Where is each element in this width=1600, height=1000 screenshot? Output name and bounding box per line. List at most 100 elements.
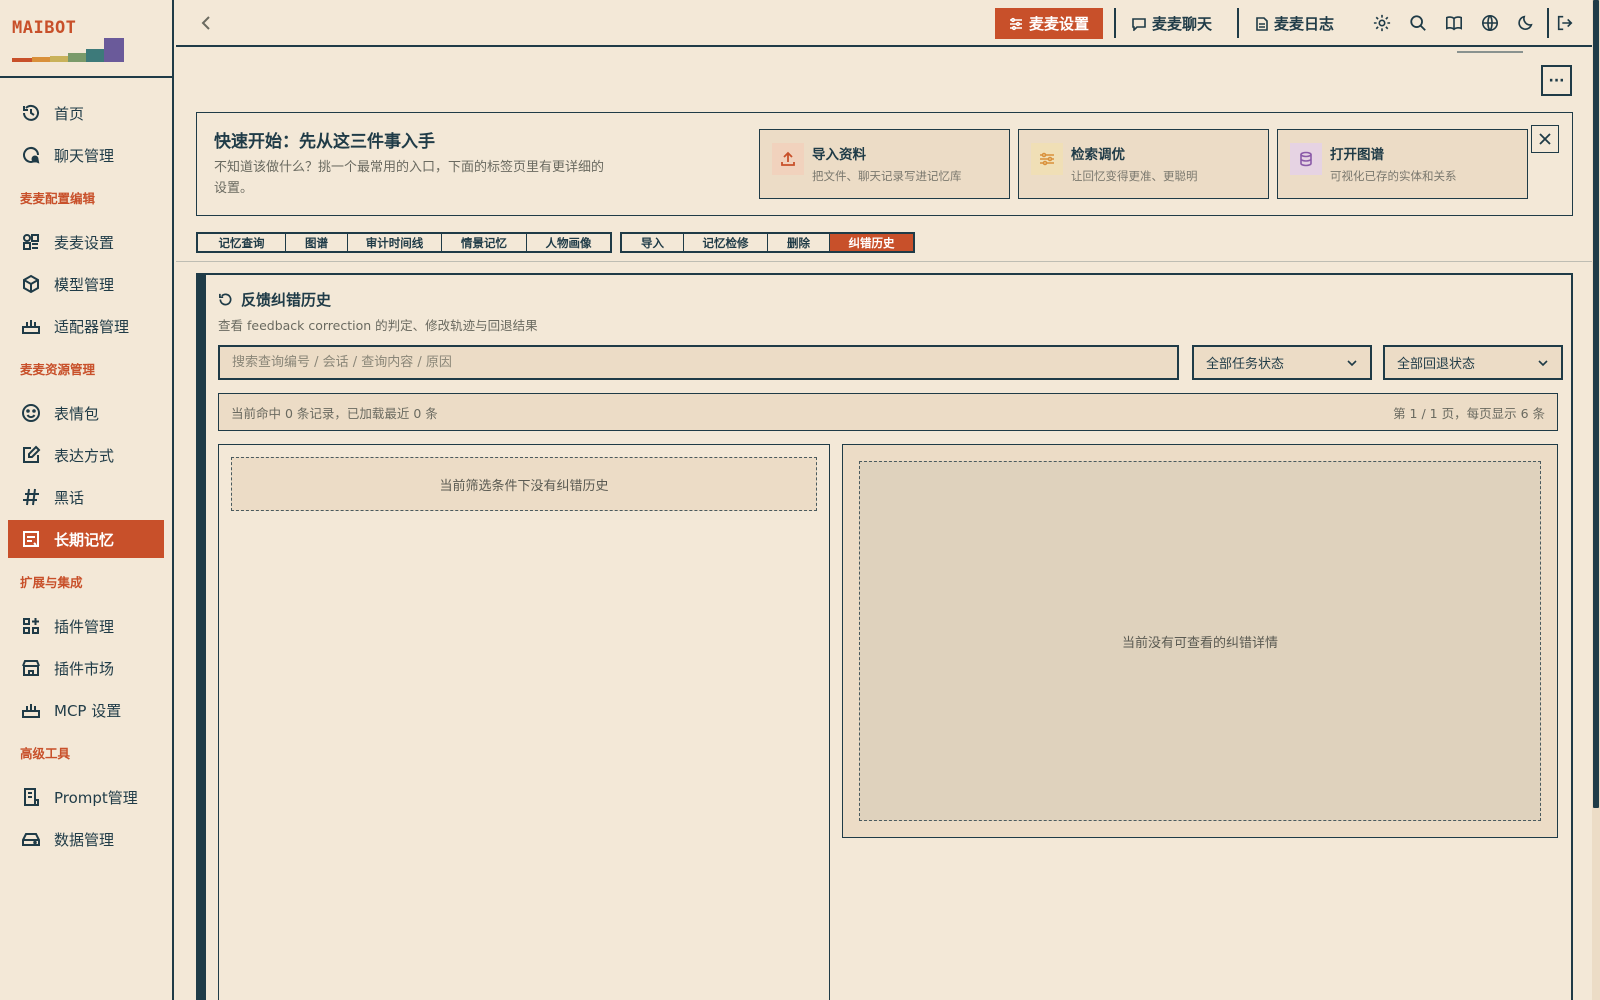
store-icon: [20, 657, 42, 679]
database-icon: [1290, 143, 1322, 175]
quick-card-desc: 让回忆变得更准、更聪明: [1071, 169, 1198, 183]
close-button[interactable]: [1531, 125, 1559, 153]
upload-icon: [772, 143, 804, 175]
panel-title: 反馈纠错历史: [218, 289, 331, 310]
sidebar-item-long-term-memory[interactable]: 长期记忆: [8, 520, 164, 558]
scrollbar-thumb[interactable]: [1593, 0, 1599, 808]
book-icon[interactable]: [1443, 12, 1465, 34]
tab-bot-settings[interactable]: 麦麦设置: [995, 8, 1104, 39]
sidebar-item-bot-settings[interactable]: 麦麦设置: [8, 223, 164, 261]
close-icon: [1539, 133, 1551, 145]
gear-icon[interactable]: [1371, 12, 1393, 34]
subtab-memory-query[interactable]: 记忆查询: [198, 234, 286, 251]
divider: [176, 261, 1592, 262]
history-list-pane: 当前筛选条件下没有纠错历史: [218, 444, 830, 1000]
tab-bot-chat[interactable]: 麦麦聊天: [1118, 8, 1226, 39]
sidebar-item-chat-manage[interactable]: 聊天管理: [8, 136, 164, 174]
sidebar-item-slang[interactable]: 黑话: [8, 478, 164, 516]
chat-manage-icon: [20, 144, 42, 166]
tab-bot-logs[interactable]: 麦麦日志: [1242, 8, 1348, 39]
settings-grid-icon: [20, 231, 42, 253]
tab-label: 麦麦聊天: [1152, 15, 1213, 33]
rollback-status-select[interactable]: 全部回退状态: [1383, 345, 1563, 380]
subtab-group-secondary: 导入 记忆检修 删除 纠错历史: [620, 232, 915, 253]
plugin-grid-icon: [20, 615, 42, 637]
subtab-persona[interactable]: 人物画像: [527, 234, 610, 251]
sidebar-item-prompt[interactable]: Prompt管理: [8, 778, 164, 816]
quick-card-title: 打开图谱: [1330, 147, 1384, 163]
sidebar-item-label: 插件管理: [54, 617, 115, 636]
edit-note-icon: [20, 444, 42, 466]
sidebar-item-label: 插件市场: [54, 659, 115, 678]
sidebar-section-resources: 麦麦资源管理: [20, 362, 96, 377]
sidebar-item-stickers[interactable]: 表情包: [8, 394, 164, 432]
sidebar-item-adapters[interactable]: 适配器管理: [8, 307, 164, 345]
chevron-down-icon: [1538, 359, 1548, 366]
search-input[interactable]: [218, 345, 1179, 380]
sidebar-item-label: 长期记忆: [54, 530, 115, 549]
back-button[interactable]: [196, 13, 216, 33]
quick-card-retrieval[interactable]: 检索调优 让回忆变得更准、更聪明: [1018, 129, 1269, 199]
sidebar-item-mcp[interactable]: MCP 设置: [8, 691, 164, 729]
panel-subtitle: 查看 feedback correction 的判定、修改轨迹与回退结果: [218, 318, 538, 333]
tab-label: 麦麦日志: [1274, 15, 1335, 33]
drive-icon: [20, 828, 42, 850]
sidebar-item-label: 适配器管理: [54, 317, 130, 336]
memory-icon: [20, 528, 42, 550]
quick-card-desc: 可视化已存的实体和关系: [1330, 169, 1457, 183]
sidebar-item-plugin-market[interactable]: 插件市场: [8, 649, 164, 687]
subtab-correction-history[interactable]: 纠错历史: [830, 234, 913, 251]
sidebar-item-models[interactable]: 模型管理: [8, 265, 164, 303]
subtab-graph[interactable]: 图谱: [286, 234, 348, 251]
empty-detail-message: 当前没有可查看的纠错详情: [859, 461, 1541, 821]
subtab-import[interactable]: 导入: [622, 234, 684, 251]
subtab-episodic-memory[interactable]: 情景记忆: [442, 234, 527, 251]
sidebar-item-home[interactable]: 首页: [8, 94, 164, 132]
quick-card-graph[interactable]: 打开图谱 可视化已存的实体和关系: [1277, 129, 1528, 199]
sidebar-item-label: 聊天管理: [54, 146, 115, 165]
subtab-audit-timeline[interactable]: 审计时间线: [348, 234, 442, 251]
task-status-select[interactable]: 全部任务状态: [1192, 345, 1372, 380]
refresh-history-icon: [218, 292, 233, 307]
hit-count-text: 当前命中 0 条记录，已加载最近 0 条: [231, 405, 438, 421]
prompt-icon: [20, 786, 42, 808]
quick-card-import[interactable]: 导入资料 把文件、聊天记录写进记忆库: [759, 129, 1010, 199]
search-icon[interactable]: [1407, 12, 1429, 34]
moon-icon[interactable]: [1515, 12, 1537, 34]
tab-indicator: [1457, 51, 1523, 53]
empty-list-message: 当前筛选条件下没有纠错历史: [231, 457, 817, 511]
more-options-button[interactable]: ···: [1541, 65, 1572, 96]
smile-icon: [20, 402, 42, 424]
history-home-icon: [20, 102, 42, 124]
sidebar-item-label: 首页: [54, 104, 85, 123]
quick-card-title: 检索调优: [1071, 147, 1125, 163]
sidebar-item-label: 黑话: [54, 488, 85, 507]
quick-start-desc: 不知道该做什么？挑一个最常用的入口，下面的标签页里有更详细的设置。: [214, 160, 605, 196]
sidebar-item-expressions[interactable]: 表达方式: [8, 436, 164, 474]
sidebar-item-label: 模型管理: [54, 275, 115, 294]
detail-pane: 当前没有可查看的纠错详情: [842, 444, 1558, 838]
sidebar-item-plugins[interactable]: 插件管理: [8, 607, 164, 645]
hash-icon: [20, 486, 42, 508]
icon-divider: [1547, 8, 1549, 38]
sidebar-nav: 首页 聊天管理 麦麦配置编辑 麦麦设置 模型管理 适配器管理 麦麦资源管理 表情…: [0, 78, 172, 858]
sidebar-item-label: Prompt管理: [54, 788, 138, 807]
result-info-bar: 当前命中 0 条记录，已加载最近 0 条 第 1 / 1 页，每页显示 6 条: [218, 393, 1558, 431]
sidebar-item-label: 数据管理: [54, 830, 115, 849]
subtab-memory-repair[interactable]: 记忆检修: [684, 234, 768, 251]
quick-card-title: 导入资料: [812, 147, 866, 163]
globe-icon[interactable]: [1479, 12, 1501, 34]
tab-divider: [1237, 8, 1239, 38]
quick-start-title: 快速开始：先从这三件事入手: [214, 132, 435, 152]
sidebar: MAIBOT 首页 聊天管理 麦麦配置编辑 麦麦设置 模型管理 适配器管理 麦麦…: [0, 0, 174, 1000]
logo[interactable]: MAIBOT: [0, 0, 172, 78]
chevron-left-icon: [201, 16, 210, 30]
chat-bubble-icon: [1132, 17, 1146, 31]
select-value: 全部回退状态: [1397, 357, 1476, 372]
sidebar-item-data[interactable]: 数据管理: [8, 820, 164, 858]
router-icon: [20, 699, 42, 721]
subtab-delete[interactable]: 删除: [768, 234, 830, 251]
logo-text: MAIBOT: [12, 18, 77, 38]
logout-icon[interactable]: [1554, 12, 1576, 34]
top-bar: 麦麦设置 麦麦聊天 麦麦日志: [176, 0, 1600, 47]
